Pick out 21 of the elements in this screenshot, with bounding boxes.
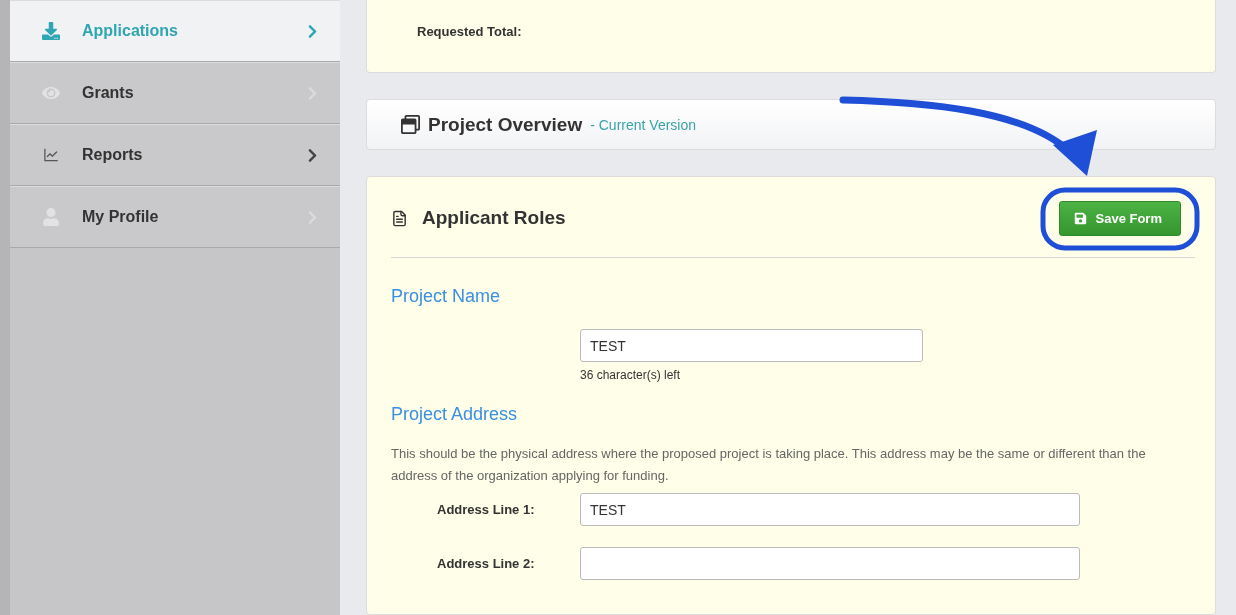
eye-icon <box>42 84 60 102</box>
form-title: Applicant Roles <box>422 207 566 229</box>
input-field[interactable] <box>580 547 1080 580</box>
character-count: 36 character(s) left <box>580 368 682 382</box>
download-icon <box>42 22 60 40</box>
windows-icon <box>401 115 420 134</box>
field-label: Address Line 1: <box>436 502 536 517</box>
line-chart-icon <box>42 146 60 164</box>
user-icon <box>42 208 60 226</box>
save-icon <box>1073 211 1087 225</box>
field-label: Address Line 2: <box>436 556 536 571</box>
document-icon <box>391 209 408 227</box>
description-text: This should be the physical address where the proposed project is taking place. This address may be the same or different than the address of the organization applying for funding. <box>391 445 1147 485</box>
sidebar-item[interactable]: Reports <box>10 124 340 186</box>
input-field[interactable]: TEST <box>580 329 923 362</box>
requested-total-label: Requested Total: <box>417 24 522 39</box>
section-heading: Project Address <box>391 404 519 425</box>
input-field[interactable]: TEST <box>580 493 1080 526</box>
section-heading: Project Name <box>391 286 502 307</box>
overview-title: Project Overview <box>428 113 583 136</box>
version-label: - Current Version <box>590 116 697 133</box>
